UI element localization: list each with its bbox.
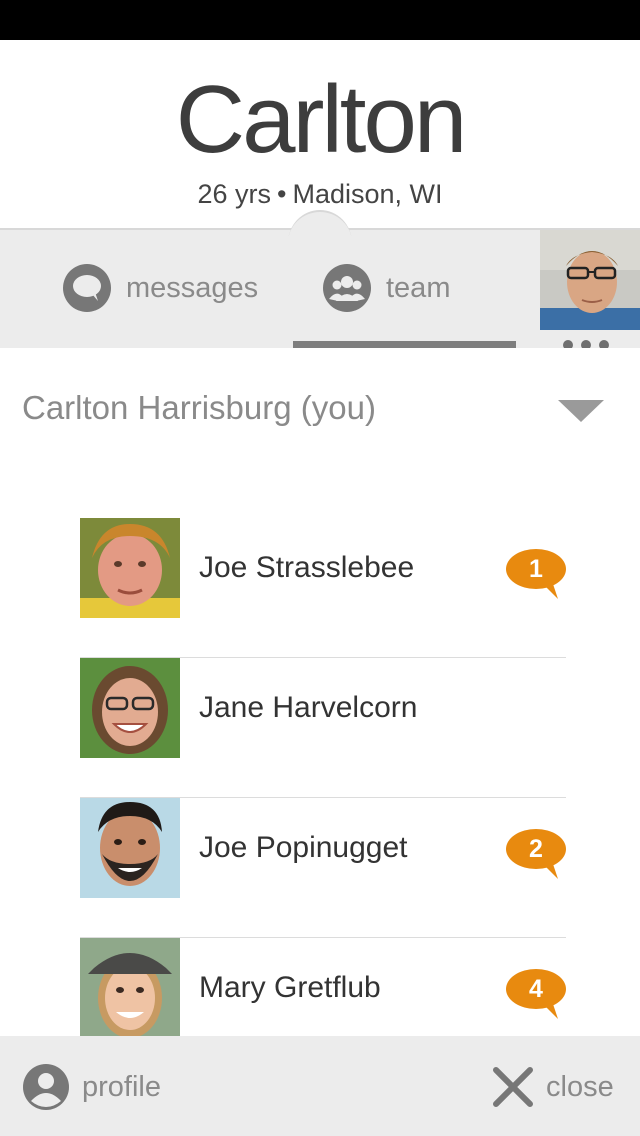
team-member-row[interactable]: Joe Strasslebee 1 — [80, 518, 566, 658]
bottom-bar: profile close — [0, 1036, 640, 1136]
team-member-row[interactable]: Mary Gretflub 4 — [80, 938, 566, 1036]
tab-messages-label: messages — [126, 271, 259, 304]
unread-badge: 4 — [506, 969, 566, 1021]
close-button-label: close — [546, 1070, 614, 1103]
team-selector[interactable]: Carlton Harrisburg (you) — [22, 388, 612, 438]
team-selector-value: Carlton Harrisburg (you) — [22, 389, 376, 426]
member-photo — [80, 938, 180, 1036]
team-member-row[interactable]: Joe Popinugget 2 — [80, 798, 566, 938]
person-icon — [23, 1064, 69, 1110]
close-button[interactable]: close — [492, 1062, 614, 1112]
member-photo — [80, 798, 180, 898]
unread-badge: 2 — [506, 829, 566, 881]
team-panel: Carlton Harrisburg (you) Joe Strasslebee — [0, 348, 640, 1036]
chat-bubble-icon — [63, 264, 111, 312]
unread-count: 4 — [529, 975, 543, 1003]
profile-button[interactable]: profile — [22, 1062, 161, 1112]
member-photo — [80, 658, 180, 758]
member-name: Jane Harvelcorn — [199, 691, 418, 724]
profile-button-label: profile — [82, 1070, 161, 1103]
header-notch — [288, 210, 352, 236]
member-name: Joe Strasslebee — [199, 551, 415, 584]
team-member-row[interactable]: Jane Harvelcorn — [80, 658, 566, 798]
tab-team-label: team — [386, 271, 451, 304]
profile-location: Madison, WI — [292, 179, 443, 209]
profile-name: Carlton — [175, 66, 467, 173]
profile-header: Carlton 26 yrs • Madison, WI — [0, 40, 640, 228]
unread-count: 2 — [529, 835, 543, 863]
unread-badge: 1 — [506, 549, 566, 601]
member-name: Joe Popinugget — [199, 831, 408, 864]
meta-separator: • — [277, 179, 287, 209]
team-member-list: Joe Strasslebee 1 Jane Harvelcorn Joe Po… — [80, 518, 566, 1036]
group-icon — [323, 264, 371, 312]
member-photo — [80, 518, 180, 618]
unread-count: 1 — [529, 555, 543, 583]
tab-bar: messages team — [0, 228, 640, 350]
profile-meta: 26 yrs • Madison, WI — [0, 178, 640, 210]
profile-age: 26 yrs — [197, 179, 272, 209]
tab-messages[interactable]: messages — [62, 260, 258, 316]
member-name: Mary Gretflub — [199, 971, 381, 1004]
close-icon — [493, 1067, 533, 1107]
status-bar — [0, 0, 640, 40]
caret-down-icon[interactable] — [558, 400, 604, 422]
user-avatar[interactable] — [540, 230, 640, 330]
tab-team[interactable]: team — [322, 260, 450, 316]
